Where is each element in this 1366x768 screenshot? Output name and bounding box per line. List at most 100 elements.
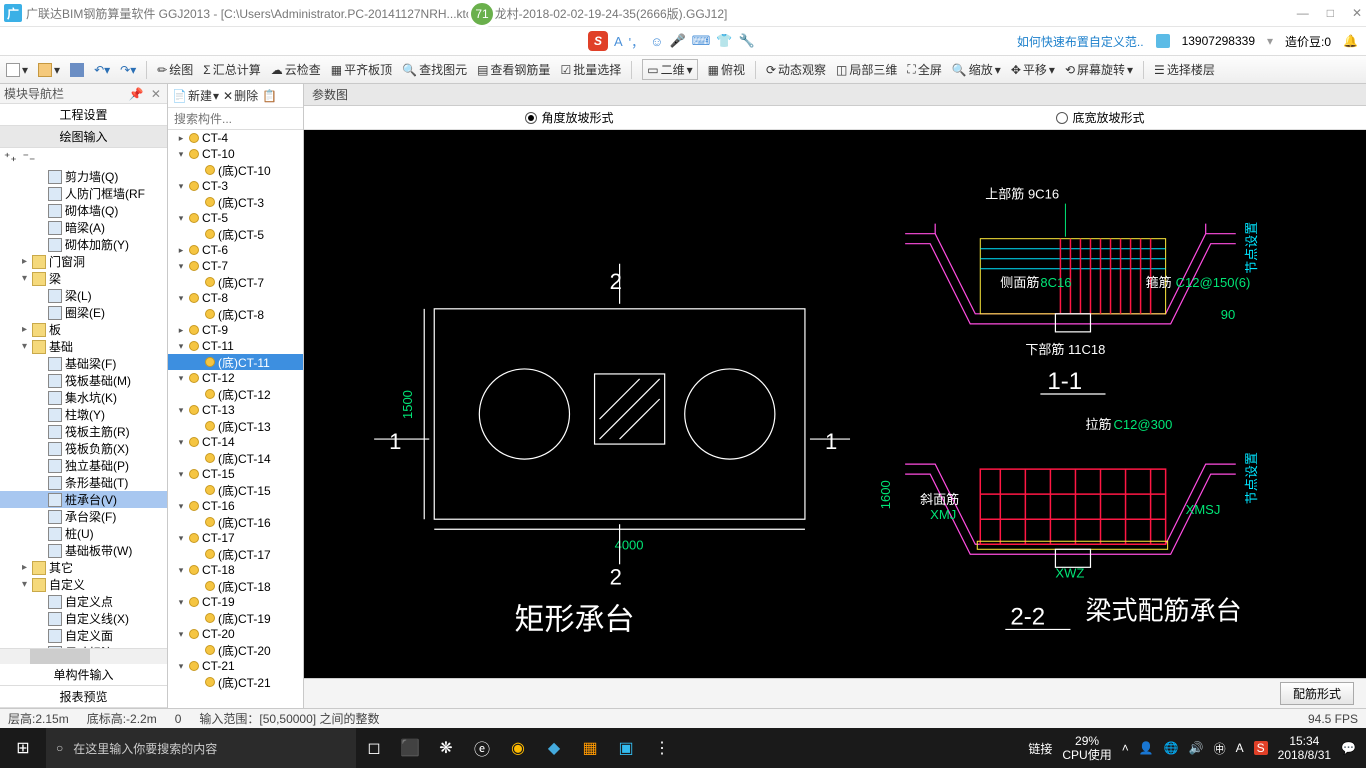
bell-icon[interactable]: 🔔	[1343, 34, 1358, 48]
pan-button[interactable]: ✥ 平移 ▾	[1011, 61, 1055, 78]
ct-item[interactable]: ▾CT-18	[168, 562, 303, 578]
app1-icon[interactable]: ⬛	[392, 728, 428, 768]
ct-item[interactable]: (底)CT-16	[168, 514, 303, 530]
align-top-button[interactable]: ▦ 平齐板顶	[331, 61, 392, 78]
draw-input-button[interactable]: 绘图输入	[0, 126, 167, 148]
report-preview-button[interactable]: 报表预览	[0, 686, 167, 708]
select-floor-button[interactable]: ☰ 选择楼层	[1154, 61, 1215, 78]
ct-item[interactable]: (底)CT-15	[168, 482, 303, 498]
pin-icon[interactable]: 📌 ✕	[129, 87, 163, 101]
tree-item[interactable]: 砌体墙(Q)	[0, 202, 167, 219]
tree-item[interactable]: ▾自定义	[0, 576, 167, 593]
ct-item[interactable]: ▾CT-15	[168, 466, 303, 482]
open-button[interactable]: ▾	[38, 63, 60, 77]
ct-item[interactable]: ▾CT-3	[168, 178, 303, 194]
view-rebar-button[interactable]: ▤ 查看钢筋量	[477, 61, 550, 78]
app7-icon[interactable]: ⋮	[644, 728, 680, 768]
tree-item[interactable]: ▸板	[0, 321, 167, 338]
tree-item[interactable]: 桩承台(V)	[0, 491, 167, 508]
tree-item[interactable]: ▾基础	[0, 338, 167, 355]
taskbar-search[interactable]: ○ 在这里输入你要搜索的内容	[46, 728, 356, 768]
tree-item[interactable]: 基础梁(F)	[0, 355, 167, 372]
new-button[interactable]: ▾	[6, 63, 28, 77]
tree-item[interactable]: ▸门窗洞	[0, 253, 167, 270]
maximize-button[interactable]: □	[1327, 6, 1334, 20]
tree-item[interactable]: 筏板主筋(R)	[0, 423, 167, 440]
delete-item-button[interactable]: ✕ 删除	[223, 87, 258, 104]
tray-person-icon[interactable]: 👤	[1139, 741, 1154, 755]
copy-item-button[interactable]: 📋	[262, 89, 277, 103]
tree-item[interactable]: 筏板负筋(X)	[0, 440, 167, 457]
ct-item[interactable]: (底)CT-3	[168, 194, 303, 210]
ct-item[interactable]: ▾CT-7	[168, 258, 303, 274]
save-button[interactable]	[70, 63, 84, 77]
ime-shirt-icon[interactable]: 👕	[716, 33, 732, 49]
redo-button[interactable]: ↷▾	[120, 63, 136, 77]
h-scrollbar[interactable]	[0, 648, 167, 664]
local-3d-button[interactable]: ◫ 局部三维	[836, 61, 897, 78]
angle-slope-radio[interactable]: 角度放坡形式	[525, 109, 613, 126]
ct-list[interactable]: ▸CT-4▾CT-10(底)CT-10▾CT-3(底)CT-3▾CT-5(底)C…	[168, 130, 303, 708]
ime-face-icon[interactable]: ☺	[650, 34, 663, 49]
ime-comma-icon[interactable]: '，	[629, 32, 644, 51]
ct-item[interactable]: (底)CT-13	[168, 418, 303, 434]
single-input-button[interactable]: 单构件输入	[0, 664, 167, 686]
expand-icon[interactable]: ⁺₊	[4, 150, 17, 164]
component-tree[interactable]: 剪力墙(Q)人防门框墙(RF砌体墙(Q)暗梁(A)砌体加筋(Y)▸门窗洞▾梁梁(…	[0, 166, 167, 648]
tree-item[interactable]: 筏板基础(M)	[0, 372, 167, 389]
ct-item[interactable]: (底)CT-21	[168, 674, 303, 690]
tree-item[interactable]: ▸其它	[0, 559, 167, 576]
tree-item[interactable]: 柱墩(Y)	[0, 406, 167, 423]
task-view-icon[interactable]: ◻	[356, 728, 392, 768]
ct-item[interactable]: ▾CT-11	[168, 338, 303, 354]
tree-item[interactable]: 集水坑(K)	[0, 389, 167, 406]
ime-kbd-icon[interactable]: ⌨	[692, 33, 711, 49]
orbit-button[interactable]: ⟳ 动态观察	[766, 61, 826, 78]
ct-item[interactable]: (底)CT-7	[168, 274, 303, 290]
search-box[interactable]	[168, 108, 303, 130]
ct-item[interactable]: (底)CT-5	[168, 226, 303, 242]
tray-up-icon[interactable]: ˄	[1122, 741, 1129, 755]
top-view-button[interactable]: ▦ 俯视	[708, 61, 745, 78]
drawing-canvas[interactable]: 4000 1500 2 2 1 1 矩形承台 上部筋	[304, 130, 1366, 678]
ct-item[interactable]: (底)CT-11	[168, 354, 303, 370]
tray-a-icon[interactable]: A	[1236, 741, 1244, 755]
minimize-button[interactable]: —	[1297, 6, 1309, 20]
tree-item[interactable]: ▾梁	[0, 270, 167, 287]
sum-button[interactable]: Σ 汇总计算	[203, 61, 260, 78]
tree-item[interactable]: 独立基础(P)	[0, 457, 167, 474]
cloud-check-button[interactable]: ☁ 云检查	[271, 61, 321, 78]
ime-wrench-icon[interactable]: 🔧	[739, 33, 755, 49]
ct-item[interactable]: (底)CT-19	[168, 610, 303, 626]
ct-item[interactable]: ▸CT-6	[168, 242, 303, 258]
tray-vol-icon[interactable]: 🔊	[1189, 741, 1204, 755]
app2-icon[interactable]: ❋	[428, 728, 464, 768]
tree-item[interactable]: 人防门框墙(RF	[0, 185, 167, 202]
tray-s-icon[interactable]: S	[1254, 741, 1268, 755]
tree-item[interactable]: 条形基础(T)	[0, 474, 167, 491]
notif-icon[interactable]: 💬	[1341, 741, 1356, 755]
close-button[interactable]: ✕	[1352, 6, 1362, 20]
ct-item[interactable]: ▾CT-13	[168, 402, 303, 418]
edge-icon[interactable]: ⓔ	[464, 728, 500, 768]
help-link[interactable]: 如何快速布置自定义范..	[1017, 33, 1144, 50]
tree-item[interactable]: 自定义线(X)	[0, 610, 167, 627]
sogou-icon[interactable]: S	[588, 31, 608, 51]
ct-item[interactable]: ▸CT-9	[168, 322, 303, 338]
rotate-button[interactable]: ⟲ 屏幕旋转 ▾	[1065, 61, 1133, 78]
ct-item[interactable]: ▾CT-16	[168, 498, 303, 514]
fullscreen-button[interactable]: ⛶ 全屏	[907, 61, 941, 78]
rebar-form-button[interactable]: 配筋形式	[1280, 682, 1354, 705]
2d-select[interactable]: ▭ 二维 ▾	[642, 59, 697, 80]
ct-item[interactable]: (底)CT-18	[168, 578, 303, 594]
tree-item[interactable]: 桩(U)	[0, 525, 167, 542]
tree-item[interactable]: 剪力墙(Q)	[0, 168, 167, 185]
tree-item[interactable]: 自定义面	[0, 627, 167, 644]
batch-select-button[interactable]: ☑ 批量选择	[560, 61, 621, 78]
link-indicator[interactable]: 链接	[1028, 740, 1052, 757]
ct-item[interactable]: ▾CT-17	[168, 530, 303, 546]
tree-item[interactable]: 圈梁(E)	[0, 304, 167, 321]
app5-icon[interactable]: ▦	[572, 728, 608, 768]
ct-item[interactable]: ▾CT-12	[168, 370, 303, 386]
ime-mic-icon[interactable]: 🎤	[669, 33, 685, 49]
